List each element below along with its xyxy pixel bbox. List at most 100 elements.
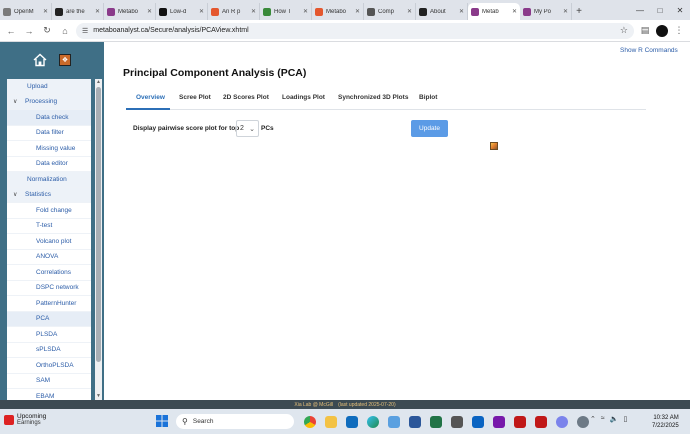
minimize-icon[interactable]: — [630, 0, 650, 20]
settings-icon[interactable] [574, 413, 591, 430]
windows-start-icon[interactable] [156, 415, 168, 427]
metaboanalyst-logo-icon[interactable]: ❖ [59, 54, 71, 66]
sidebar-item-data-check[interactable]: Data check [7, 110, 91, 126]
maximize-icon[interactable]: □ [650, 0, 670, 20]
tab-close-icon[interactable]: ✕ [459, 8, 464, 15]
onenote-icon[interactable] [490, 413, 507, 430]
widgets-button[interactable]: Upcoming Earnings [4, 413, 46, 427]
sidebar-item-statistics[interactable]: ∨ Statistics [7, 187, 91, 203]
sidebar-item-t-test[interactable]: T-test [7, 219, 91, 234]
bookmark-star-icon[interactable]: ☆ [620, 25, 628, 36]
mcafee-icon[interactable] [511, 413, 528, 430]
sidebar-item-label: Volcano plot [36, 237, 72, 245]
tab-close-icon[interactable]: ✕ [407, 8, 412, 15]
tab-close-icon[interactable]: ✕ [512, 8, 517, 15]
sidebar-item-pca[interactable]: PCA [7, 311, 91, 327]
chrome-icon[interactable] [301, 413, 318, 430]
sidebar-item-plsda[interactable]: PLSDA [7, 327, 91, 343]
tab-close-icon[interactable]: ✕ [147, 8, 152, 15]
sidebar-item-label: sPLSDA [36, 346, 61, 354]
back-icon[interactable]: ← [4, 24, 18, 38]
sidebar-item-missing-value[interactable]: Missing value [7, 141, 91, 157]
new-tab-button[interactable]: + [572, 3, 586, 20]
plot-image-icon[interactable] [490, 142, 498, 150]
browser-tab[interactable]: How T ✕ [260, 3, 312, 20]
browser-tab[interactable]: Metab ✕ [468, 3, 520, 20]
store-icon[interactable] [448, 413, 465, 430]
battery-icon[interactable]: ▯ [623, 415, 627, 423]
forward-icon[interactable]: → [22, 24, 36, 38]
wifi-icon[interactable]: ≈ [601, 415, 605, 423]
profile-avatar[interactable] [656, 24, 668, 37]
edge-icon[interactable] [364, 413, 381, 430]
taskbar-search[interactable]: ⚲ Search [176, 414, 294, 429]
browser-tab[interactable]: OpenM ✕ [0, 3, 52, 20]
chevron-up-icon[interactable]: ⌃ [590, 415, 596, 423]
outlook-icon[interactable] [343, 413, 360, 430]
tab-biplot[interactable]: Biplot [419, 94, 437, 101]
photos-icon[interactable] [385, 413, 402, 430]
word-icon[interactable] [406, 413, 423, 430]
close-icon[interactable]: ✕ [670, 0, 690, 20]
home-icon[interactable] [33, 53, 47, 67]
show-r-commands-link[interactable]: Show R Commands [620, 47, 678, 54]
sidebar-item-dspc-network[interactable]: DSPC network [7, 281, 91, 296]
sidebar-item-fold-change[interactable]: Fold change [7, 203, 91, 219]
scroll-up-icon[interactable]: ▲ [95, 79, 102, 86]
tab-close-icon[interactable]: ✕ [303, 8, 308, 15]
browser-tab[interactable]: Metabo ✕ [104, 3, 156, 20]
sidebar-scrollbar[interactable]: ▲ ▼ [95, 79, 102, 400]
tab-2d-scores-plot[interactable]: 2D Scores Plot [223, 94, 269, 101]
tab-synchronized-3d-plots[interactable]: Synchronized 3D Plots [338, 94, 408, 101]
tab-loadings-plot[interactable]: Loadings Plot [282, 94, 325, 101]
tab-scree-plot[interactable]: Scree Plot [179, 94, 211, 101]
browser-tab[interactable]: are the ✕ [52, 3, 104, 20]
tab-close-icon[interactable]: ✕ [199, 8, 204, 15]
sidebar-item-anova[interactable]: ANOVA [7, 250, 91, 265]
extensions-icon[interactable]: ▤ [638, 24, 652, 38]
tab-close-icon[interactable]: ✕ [251, 8, 256, 15]
browser-tab[interactable]: Metabo ✕ [312, 3, 364, 20]
site-info-icon[interactable]: ☰ [82, 27, 88, 35]
file-explorer-icon[interactable] [322, 413, 339, 430]
sidebar-item-normalization[interactable]: Normalization [7, 172, 91, 188]
sidebar-item-volcano-plot[interactable]: Volcano plot [7, 234, 91, 250]
reload-icon[interactable]: ↻ [40, 24, 54, 38]
teams-icon[interactable] [553, 413, 570, 430]
sidebar-item-data-editor[interactable]: Data editor [7, 157, 91, 172]
update-button[interactable]: Update [411, 120, 448, 137]
address-bar[interactable]: ☰ metaboanalyst.ca/Secure/analysis/PCAVi… [76, 22, 634, 39]
sidebar-item-upload[interactable]: Upload [7, 79, 91, 95]
tab-close-icon[interactable]: ✕ [563, 8, 568, 15]
browser-tab[interactable]: About ✕ [416, 3, 468, 20]
sidebar-item-patternhunter[interactable]: PatternHunter [7, 296, 91, 312]
sidebar-item-ebam[interactable]: EBAM [7, 389, 91, 400]
taskbar-clock[interactable]: 10:32 AM 7/22/2025 [652, 414, 679, 430]
sidebar-item-orthoplsda[interactable]: OrthoPLSDA [7, 358, 91, 374]
browser-tab[interactable]: Comp ✕ [364, 3, 416, 20]
home-icon[interactable]: ⌂ [58, 24, 72, 38]
select-value: 2 [240, 125, 244, 132]
outlook-new-icon[interactable] [469, 413, 486, 430]
browser-menu-icon[interactable]: ⋮ [672, 24, 686, 38]
tab-close-icon[interactable]: ✕ [355, 8, 360, 15]
top-pcs-select[interactable]: 2 ⌄ [236, 120, 259, 137]
security-icon[interactable] [532, 413, 549, 430]
sidebar-item-correlations[interactable]: Correlations [7, 265, 91, 281]
sidebar-item-processing[interactable]: ∨ Processing [7, 94, 91, 110]
tab-close-icon[interactable]: ✕ [95, 8, 100, 15]
scroll-down-icon[interactable]: ▼ [95, 393, 102, 400]
sidebar-item-splsda[interactable]: sPLSDA [7, 343, 91, 358]
sidebar-item-data-filter[interactable]: Data filter [7, 126, 91, 141]
volume-icon[interactable]: 🔈 [610, 415, 619, 423]
browser-tab[interactable]: My Po ✕ [520, 3, 572, 20]
tab-close-icon[interactable]: ✕ [43, 8, 48, 15]
browser-tab[interactable]: An R p ✕ [208, 3, 260, 20]
tab-overview[interactable]: Overview [136, 94, 165, 101]
excel-icon[interactable] [427, 413, 444, 430]
browser-tab[interactable]: Low-d ✕ [156, 3, 208, 20]
sidebar-item-sam[interactable]: SAM [7, 374, 91, 389]
scrollbar-thumb[interactable] [96, 87, 101, 362]
taskbar: Upcoming Earnings ⚲ Search ⌃ ≈ 🔈 ▯ 10:32… [0, 409, 690, 434]
url-text[interactable]: metaboanalyst.ca/Secure/analysis/PCAView… [93, 27, 615, 34]
